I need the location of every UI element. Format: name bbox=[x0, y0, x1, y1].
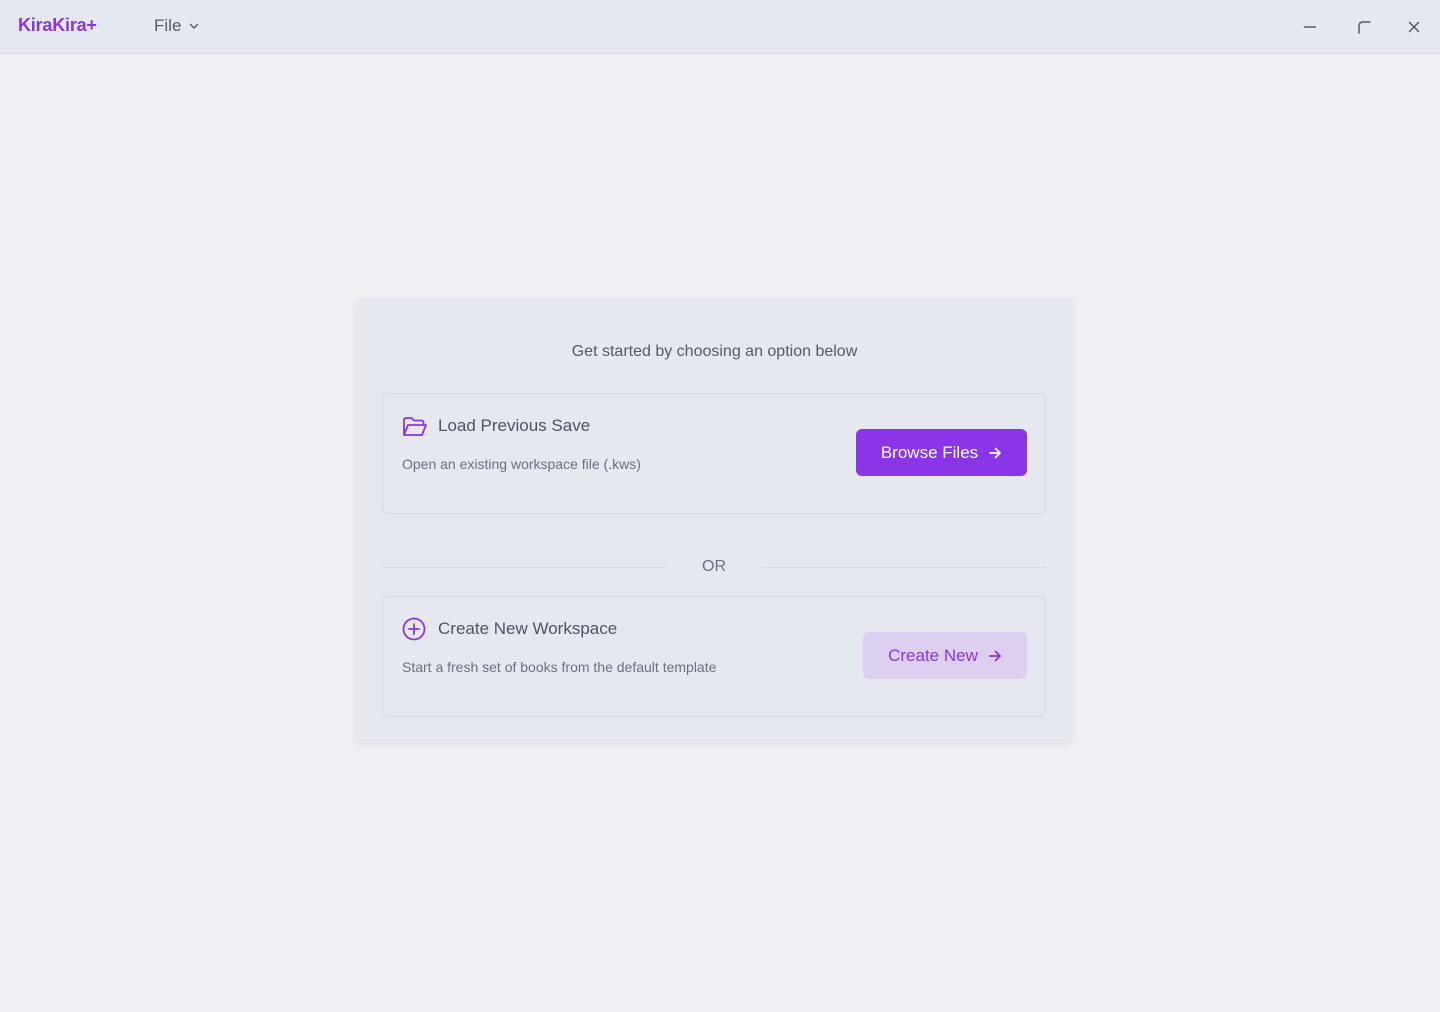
create-new-label: Create New bbox=[888, 645, 978, 665]
welcome-card: Get started by choosing an option below … bbox=[356, 298, 1073, 743]
welcome-heading: Get started by choosing an option below bbox=[571, 343, 858, 360]
browse-files-button[interactable]: Browse Files bbox=[856, 429, 1027, 476]
or-divider: OR bbox=[382, 556, 1046, 578]
load-save-title: Load Previous Save bbox=[438, 416, 591, 435]
app-logo: KiraKira+ bbox=[18, 15, 97, 35]
maximize-icon bbox=[1357, 20, 1371, 34]
minimize-button[interactable] bbox=[1297, 14, 1323, 40]
close-button[interactable] bbox=[1401, 14, 1427, 40]
browse-files-label: Browse Files bbox=[880, 442, 979, 462]
create-workspace-option: Create New Workspace Start a fresh set o… bbox=[382, 596, 1046, 717]
close-icon bbox=[1407, 20, 1421, 34]
plus-circle-icon bbox=[402, 617, 428, 643]
create-new-button[interactable]: Create New bbox=[863, 632, 1027, 679]
chevron-down-icon bbox=[188, 20, 200, 32]
minimize-icon bbox=[1303, 20, 1317, 34]
maximize-button[interactable] bbox=[1351, 14, 1377, 40]
folder-open-icon bbox=[402, 414, 428, 440]
create-workspace-description: Start a fresh set of books from the defa… bbox=[402, 659, 717, 675]
load-save-option: Load Previous Save Open an existing work… bbox=[382, 393, 1046, 514]
file-menu-label: File bbox=[154, 16, 182, 35]
create-workspace-title: Create New Workspace bbox=[438, 619, 618, 638]
file-menu-button[interactable]: File bbox=[154, 14, 200, 38]
title-bar: KiraKira+ File bbox=[0, 0, 1440, 54]
arrow-right-icon bbox=[988, 649, 1002, 663]
divider-line-right bbox=[763, 567, 1046, 568]
arrow-right-icon bbox=[988, 446, 1002, 460]
load-save-description: Open an existing workspace file (.kws) bbox=[402, 456, 641, 472]
